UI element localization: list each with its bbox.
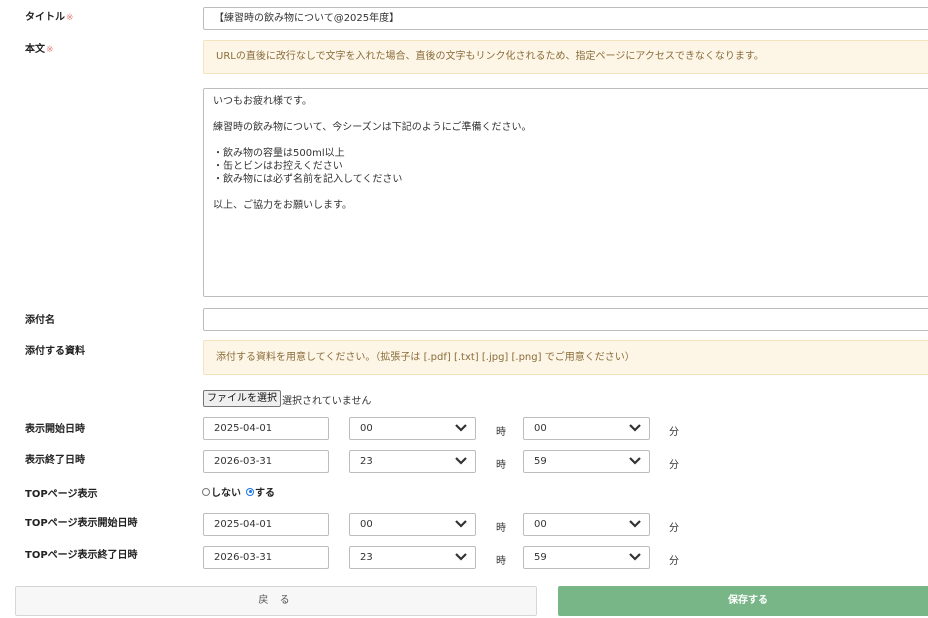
chevron-down-icon (629, 424, 641, 432)
top-start-hour-select[interactable]: 00 (349, 513, 476, 536)
radio-not-show-label[interactable]: しない (211, 484, 241, 499)
selected-value: 00 (534, 423, 547, 434)
attachment-name-label: 添付名 (25, 315, 55, 326)
display-start-hour-select[interactable]: 00 (349, 417, 476, 440)
file-select-button[interactable]: ファイルを選択 (203, 390, 281, 407)
selected-value: 00 (360, 423, 373, 434)
minute-unit: 分 (669, 427, 679, 438)
radio-not-show[interactable] (202, 487, 210, 496)
minute-unit: 分 (669, 556, 679, 567)
body-warning-note: URLの直後に改行なしで文字を入れた場合、直後の文字もリンク化されるため、指定ペ… (203, 40, 928, 74)
minute-unit: 分 (669, 523, 679, 534)
display-start-date-input[interactable]: 2025-04-01 (203, 417, 329, 440)
selected-value: 00 (534, 519, 547, 530)
minute-unit: 分 (669, 460, 679, 471)
chevron-down-icon (455, 520, 467, 528)
back-button[interactable]: 戻 る (15, 586, 537, 616)
save-button[interactable]: 保存する (558, 586, 928, 616)
display-end-minute-select[interactable]: 59 (523, 450, 650, 473)
top-start-date-input[interactable]: 2025-04-01 (203, 513, 329, 536)
body-label: 本文※ (25, 44, 54, 55)
hour-unit: 時 (496, 523, 506, 534)
selected-value: 59 (534, 552, 547, 563)
chevron-down-icon (629, 457, 641, 465)
radio-show-label[interactable]: する (255, 484, 275, 499)
selected-value: 00 (360, 519, 373, 530)
selected-value: 23 (360, 552, 373, 563)
chevron-down-icon (455, 457, 467, 465)
chevron-down-icon (629, 553, 641, 561)
required-mark: ※ (66, 13, 74, 23)
top-end-label: TOPページ表示終了日時 (25, 550, 138, 561)
display-end-hour-select[interactable]: 23 (349, 450, 476, 473)
top-start-label: TOPページ表示開始日時 (25, 518, 138, 529)
title-label: タイトル※ (25, 12, 74, 23)
body-textarea[interactable]: いつもお疲れ様です。 練習時の飲み物について、今シーズンは下記のようにご準備くだ… (203, 88, 928, 297)
display-end-label: 表示終了日時 (25, 455, 85, 466)
hour-unit: 時 (496, 556, 506, 567)
display-start-minute-select[interactable]: 00 (523, 417, 650, 440)
attachment-note: 添付する資料を用意してください。（拡張子は [.pdf] [.txt] [.jp… (203, 340, 928, 375)
display-start-label: 表示開始日時 (25, 424, 85, 435)
top-end-minute-select[interactable]: 59 (523, 546, 650, 569)
title-input[interactable]: 【練習時の飲み物について@2025年度】 (203, 7, 928, 30)
required-mark: ※ (46, 45, 54, 55)
chevron-down-icon (455, 424, 467, 432)
top-display-label: TOPページ表示 (25, 489, 98, 500)
attachment-name-input[interactable] (203, 308, 928, 331)
chevron-down-icon (455, 553, 467, 561)
radio-show[interactable] (246, 487, 254, 496)
file-status-text: 選択されていません (282, 396, 372, 407)
top-display-radio-group: しない する (202, 484, 275, 499)
top-end-date-input[interactable]: 2026-03-31 (203, 546, 329, 569)
selected-value: 59 (534, 456, 547, 467)
top-start-minute-select[interactable]: 00 (523, 513, 650, 536)
chevron-down-icon (629, 520, 641, 528)
display-end-date-input[interactable]: 2026-03-31 (203, 450, 329, 473)
hour-unit: 時 (496, 427, 506, 438)
top-end-hour-select[interactable]: 23 (349, 546, 476, 569)
selected-value: 23 (360, 456, 373, 467)
hour-unit: 時 (496, 460, 506, 471)
attachment-file-label: 添付する資料 (25, 346, 85, 357)
